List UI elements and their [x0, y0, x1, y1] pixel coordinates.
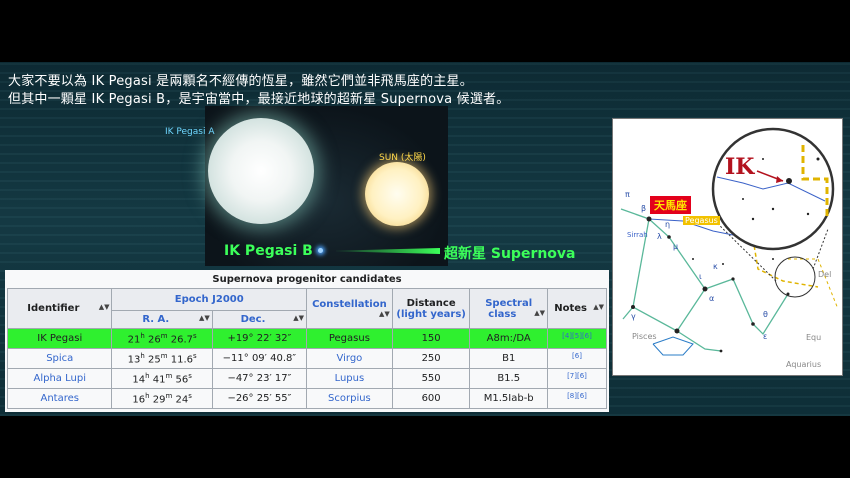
sort-icon[interactable]: ▲▼ [199, 314, 210, 322]
cell-constellation: Pegasus [305, 328, 393, 349]
cell-spectral: A8m:/DA [469, 328, 548, 349]
greek-letter-label: ε [763, 332, 767, 341]
table-row: Alpha Lupi 14h 41m 56s −47° 23′ 17″ Lupus 55… [6, 368, 608, 389]
aquarius-label: Aquarius [786, 360, 822, 369]
table-row: Spica 13h 25m 11.6s −11° 09′ 40.8″ Virgo 250… [6, 348, 608, 369]
reference-link[interactable]: [6] [572, 352, 582, 360]
constellation-name-badge: 天馬座 [650, 196, 691, 214]
candidates-table-panel: Supernova progenitor candidates Identifi… [5, 270, 609, 412]
cell-constellation-link[interactable]: Lupus [335, 373, 365, 384]
cell-notes[interactable]: [8][6] [546, 388, 608, 409]
zoom-circle-large [711, 127, 835, 251]
cell-notes[interactable]: [7][6] [546, 368, 608, 389]
sort-icon[interactable]: ▲▼ [593, 303, 604, 311]
header-spectral[interactable]: Spectral class ▲▼ [469, 288, 548, 329]
equ-label: Equ [806, 333, 822, 342]
zoom-circle-small [774, 256, 816, 298]
cell-distance: 150 [391, 328, 471, 349]
cell-constellation-link[interactable]: Virgo [336, 353, 362, 364]
sun-label: SUN (太陽) [379, 153, 426, 163]
sort-icon[interactable]: ▲▼ [534, 309, 545, 317]
cell-notes[interactable]: [4][5][6] [546, 328, 608, 349]
zoom-line [812, 228, 829, 270]
cell-constellation[interactable]: Lupus [305, 368, 393, 389]
table-title: Supernova progenitor candidates [212, 274, 402, 285]
ik-pegasi-a-star [208, 118, 314, 224]
boundary-line [788, 258, 839, 310]
sort-icon[interactable]: ▲▼ [293, 314, 304, 322]
pegasus-map-label: Pegasus [683, 216, 720, 225]
cell-identifier[interactable]: Alpha Lupi [6, 368, 113, 389]
cell-constellation[interactable]: Scorpius [305, 388, 393, 409]
caption-line-2: 但其中一顆星 IK Pegasi B，是宇宙當中，最接近地球的超新星 Super… [8, 92, 510, 107]
ik-label: IK [725, 154, 755, 180]
cell-identifier-link[interactable]: Antares [41, 393, 79, 404]
reference-link[interactable]: [8][6] [567, 392, 587, 400]
candidates-table: Identifier ▲▼ Epoch J2000 Constellation ▲▼… [6, 288, 608, 409]
table-row: IK Pegasi 21h 26m 26.7s +19° 22′ 32″ Pegasu… [6, 328, 608, 349]
greek-letter-label: κ [713, 262, 718, 271]
header-dec[interactable]: Dec. ▲▼ [211, 310, 307, 329]
header-ra[interactable]: R. A. ▲▼ [111, 310, 213, 329]
cell-dec: +19° 22′ 32″ [211, 328, 307, 349]
cell-ra: 14h 41m 56s [111, 368, 213, 389]
pisces-lines [652, 336, 694, 356]
del-label: Del [818, 270, 832, 279]
ik-pegasi-b-star [318, 248, 323, 253]
header-notes[interactable]: Notes ▲▼ [546, 288, 608, 329]
greek-letter-label: β [641, 204, 646, 213]
reference-link[interactable]: [7][6] [567, 372, 587, 380]
greek-letter-label: π [625, 190, 630, 199]
cell-constellation-link[interactable]: Scorpius [328, 393, 371, 404]
ik-pegasi-b-label: IK Pegasi B [224, 243, 313, 259]
sirrah-label: Sirrah [627, 231, 648, 239]
cell-dec: −11° 09′ 40.8″ [211, 348, 307, 369]
cell-identifier[interactable]: Antares [6, 388, 113, 409]
cell-identifier[interactable]: Spica [6, 348, 113, 369]
header-epoch[interactable]: Epoch J2000 [111, 288, 307, 311]
cell-constellation[interactable]: Virgo [305, 348, 393, 369]
header-distance[interactable]: Distance (light years) [391, 288, 471, 329]
cell-spectral: B1 [469, 348, 548, 369]
greek-letter-label: η [665, 220, 670, 229]
cell-identifier: IK Pegasi [6, 328, 113, 349]
cell-distance: 550 [391, 368, 471, 389]
greek-letter-label: ι [699, 272, 702, 281]
sort-icon[interactable]: ▲▼ [379, 310, 390, 318]
cell-notes[interactable]: [6] [546, 348, 608, 369]
table-row: Antares 16h 29m 24s −26° 25′ 55″ Scorpius 60… [6, 388, 608, 409]
greek-letter-label: μ [673, 242, 678, 251]
cell-ra: 13h 25m 11.6s [111, 348, 213, 369]
greek-letter-label: λ [657, 232, 662, 241]
greek-letter-label: θ [763, 310, 768, 319]
caption-line-1: 大家不要以為 IK Pegasi 是兩顆名不經傳的恆星，雖然它們並非飛馬座的主星… [8, 74, 473, 89]
sort-icon[interactable]: ▲▼ [99, 303, 110, 311]
header-identifier[interactable]: Identifier ▲▼ [6, 288, 113, 329]
cell-spectral: M1.5Iab-b [469, 388, 548, 409]
cell-dec: −47° 23′ 17″ [211, 368, 307, 389]
greek-letter-label: α [709, 294, 714, 303]
cell-distance: 250 [391, 348, 471, 369]
header-constellation[interactable]: Constellation ▲▼ [305, 288, 393, 329]
cell-identifier-link[interactable]: Spica [46, 353, 73, 364]
cell-dec: −26° 25′ 55″ [211, 388, 307, 409]
cell-distance: 600 [391, 388, 471, 409]
reference-link[interactable]: [4][5][6] [562, 332, 592, 340]
sun-star [365, 162, 429, 226]
ik-pegasi-a-label: IK Pegasi A [165, 127, 215, 137]
cell-ra: 16h 29m 24s [111, 388, 213, 409]
cell-ra: 21h 26m 26.7s [111, 328, 213, 349]
supernova-label: 超新星 Supernova [444, 246, 576, 262]
greek-letter-label: γ [631, 312, 636, 321]
pisces-label: Pisces [632, 332, 657, 341]
cell-identifier-link[interactable]: Alpha Lupi [34, 373, 86, 384]
cell-spectral: B1.5 [469, 368, 548, 389]
